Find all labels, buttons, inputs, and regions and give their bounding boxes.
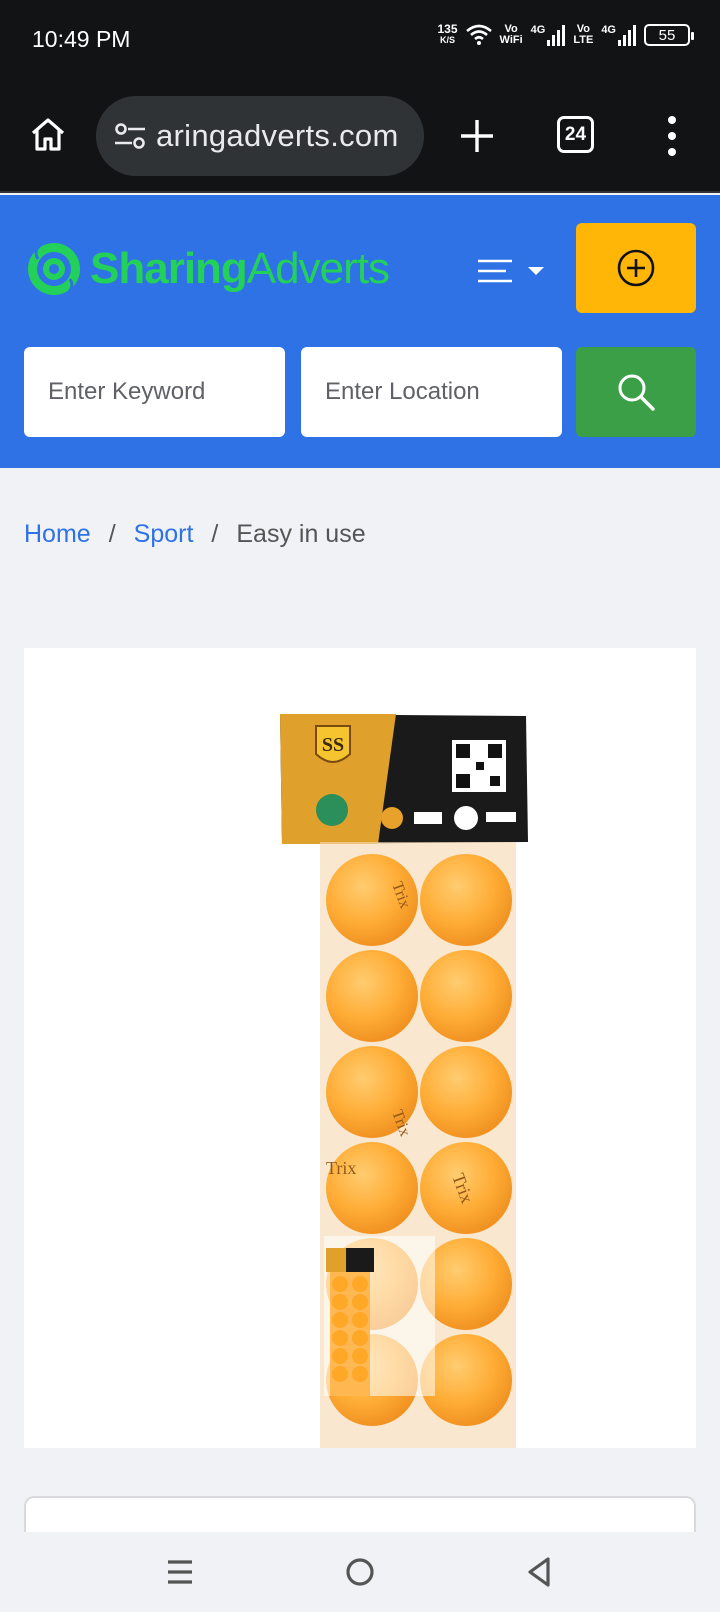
- breadcrumb-separator: /: [211, 520, 219, 548]
- system-nav-bar: [0, 1532, 720, 1612]
- home-circle-icon[interactable]: [342, 1554, 378, 1590]
- overflow-menu-icon[interactable]: [660, 116, 684, 156]
- package-label: SS: [322, 734, 344, 756]
- back-triangle-icon[interactable]: [522, 1554, 558, 1590]
- brand-name: SharingAdverts: [90, 244, 390, 293]
- status-time: 10:49 PM: [32, 26, 131, 52]
- plus-circle-icon: [617, 249, 655, 287]
- breadcrumb: Home / Sport / Easy in use: [24, 520, 366, 549]
- product-gallery: SS Trix Trix Trix Trix: [24, 648, 696, 1448]
- address-bar[interactable]: aringadverts.com: [96, 96, 424, 176]
- signal-bars-icon: [547, 24, 566, 46]
- post-ad-button[interactable]: [576, 223, 696, 313]
- sim1-signal: 4G: [531, 24, 566, 46]
- thumbnail-image: [326, 1248, 374, 1396]
- status-bar: 10:49 PM 135 K/S Vo WiFi 4G Vo LTE 4G 55: [0, 0, 720, 80]
- browser-toolbar: aringadverts.com 24: [0, 80, 720, 193]
- gallery-thumbnail[interactable]: [324, 1236, 435, 1396]
- breadcrumb-current: Easy in use: [236, 520, 366, 548]
- site-header: SharingAdverts: [0, 195, 720, 468]
- wifi-icon: [465, 24, 492, 45]
- caret-down-icon: [528, 267, 544, 275]
- new-tab-plus-icon[interactable]: [455, 114, 499, 158]
- battery-icon: 55: [644, 24, 694, 46]
- net-speed: 135 K/S: [437, 22, 458, 45]
- breadcrumb-separator: /: [108, 520, 116, 548]
- search-icon: [618, 374, 655, 411]
- location-input[interactable]: [301, 347, 562, 437]
- tab-switcher-icon[interactable]: 24: [557, 116, 594, 153]
- nav-menu-toggle[interactable]: [476, 251, 548, 291]
- logo-mark-icon: [28, 241, 80, 297]
- breadcrumb-home[interactable]: Home: [24, 520, 91, 549]
- volte-indicator: Vo LTE: [573, 23, 594, 46]
- status-icons: 135 K/S Vo WiFi 4G Vo LTE 4G 55: [437, 22, 694, 46]
- recents-icon[interactable]: [162, 1554, 198, 1590]
- signal-bars-icon: [618, 24, 636, 46]
- site-logo[interactable]: SharingAdverts: [26, 229, 390, 309]
- site-settings-icon[interactable]: [112, 121, 148, 151]
- sim2-signal: 4G: [601, 24, 636, 46]
- hamburger-icon: [478, 259, 512, 283]
- vowifi-indicator: Vo WiFi: [499, 23, 523, 46]
- search-button[interactable]: [576, 347, 696, 437]
- home-icon[interactable]: [28, 114, 68, 154]
- keyword-input[interactable]: [24, 347, 285, 437]
- breadcrumb-sport[interactable]: Sport: [134, 520, 194, 549]
- url-text[interactable]: aringadverts.com: [156, 118, 399, 154]
